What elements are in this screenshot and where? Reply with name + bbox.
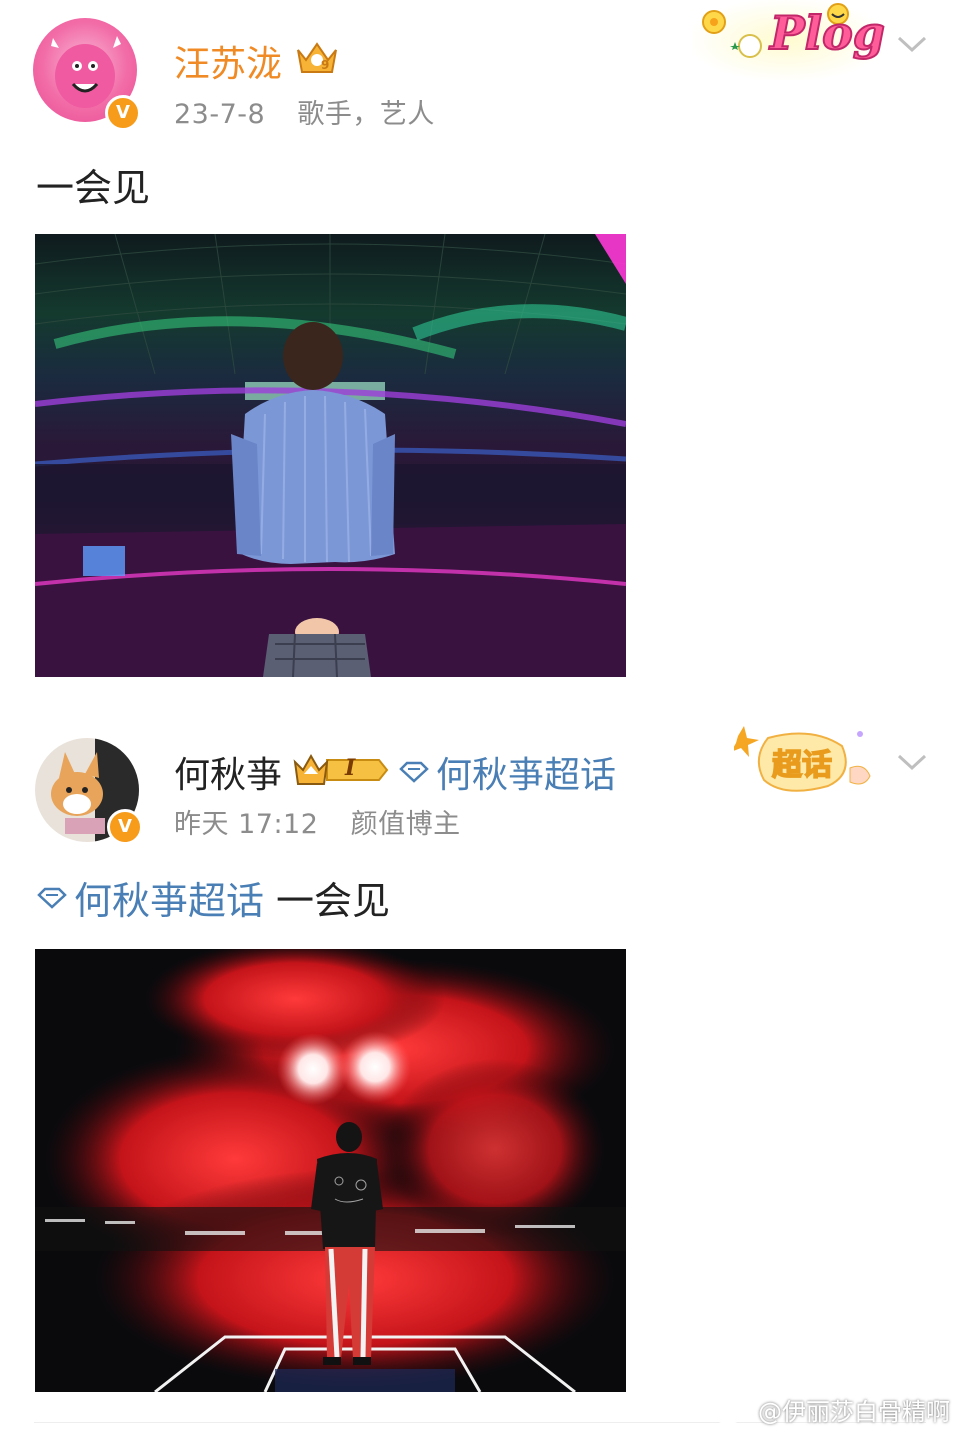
post-meta: 昨天 17:12 颜值博主	[174, 802, 461, 841]
arena-scene	[35, 234, 626, 677]
username[interactable]: 何秋亊	[174, 746, 282, 798]
post-body: 一会见	[276, 879, 391, 923]
level-number: 9	[321, 58, 330, 72]
inline-topic-name: 何秋亊超话	[74, 879, 265, 923]
feed-post-2: V 何秋亊 I 何秋亊超话 超话 昨天 17:12 颜值博主 何秋亊超话 一会见	[0, 710, 960, 1410]
chevron-down-icon[interactable]	[896, 750, 928, 778]
post-image[interactable]	[35, 949, 626, 1392]
verified-icon: V	[107, 809, 143, 845]
weibo-icon	[712, 1397, 748, 1424]
plog-decoration: Plog	[692, 0, 886, 80]
diamond-topic-icon	[399, 761, 429, 783]
inline-topic-link[interactable]: 何秋亊超话	[36, 870, 264, 925]
topic-link[interactable]: 何秋亊超话	[398, 746, 616, 798]
user-tags: 歌手，艺人	[297, 99, 435, 130]
crown-icon	[293, 753, 389, 785]
chevron-down-icon[interactable]	[896, 32, 928, 60]
supertopic-label: 超话	[771, 747, 833, 784]
diamond-topic-icon	[37, 887, 67, 909]
stage-scene	[35, 949, 626, 1392]
member-badge: I	[293, 752, 389, 788]
topic-name: 何秋亊超话	[436, 755, 617, 796]
username[interactable]: 汪苏泷	[174, 35, 282, 87]
supertopic-decoration: 超话	[734, 724, 884, 804]
watermark-text: @伊丽莎白骨精啊	[758, 1398, 950, 1426]
member-label: I	[345, 755, 356, 781]
crown-icon: 9	[294, 38, 340, 82]
watermark: @伊丽莎白骨精啊	[712, 1392, 950, 1427]
user-tags: 颜值博主	[350, 809, 461, 840]
verified-icon: V	[105, 95, 141, 131]
feed-post-1: V 汪苏泷 9 23-7-8 歌手，艺人 Plog 一会见	[0, 0, 960, 700]
post-text: 一会见	[36, 166, 151, 210]
post-time: 23-7-8	[174, 99, 266, 130]
post-text: 何秋亊超话 一会见	[36, 870, 390, 925]
post-image[interactable]	[35, 234, 626, 677]
post-time: 昨天 17:12	[174, 809, 319, 840]
post-meta: 23-7-8 歌手，艺人	[174, 92, 435, 131]
plog-label: Plog	[769, 5, 886, 61]
